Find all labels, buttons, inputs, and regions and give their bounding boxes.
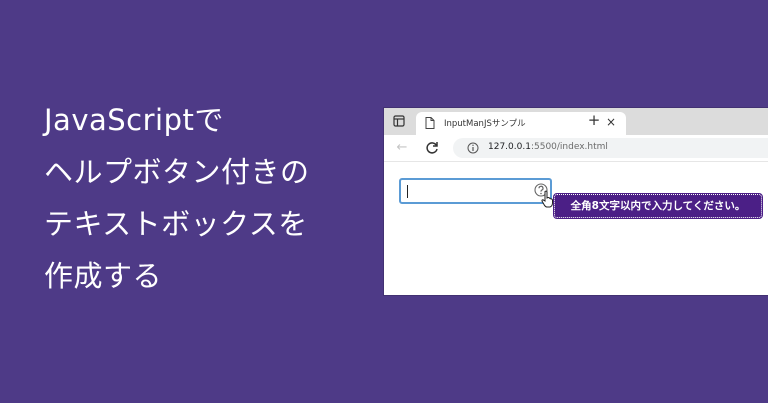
url-path: :5500/index.html — [530, 142, 608, 152]
url-host: 127.0.0.1 — [488, 142, 531, 152]
tab-title: InputManJSサンプル — [444, 119, 526, 129]
headline-line-3: テキストボックスを — [44, 207, 308, 241]
reload-icon[interactable] — [424, 140, 440, 156]
headline-line-4: 作成する — [44, 259, 163, 293]
headline-line-1: JavaScriptで — [44, 103, 224, 137]
headline: JavaScriptで ヘルプボタン付きの テキストボックスを 作成する — [44, 94, 310, 302]
pointer-hand-icon — [541, 190, 553, 208]
page-content: 全角8文字以内で入力してください。 — [384, 162, 768, 295]
plus-icon[interactable]: + — [587, 113, 601, 128]
address-bar[interactable]: 127.0.0.1:5500/index.html — [453, 138, 768, 158]
sidebar-toggle-icon[interactable] — [393, 115, 405, 127]
page-icon — [425, 117, 435, 129]
back-arrow-icon[interactable]: ← — [394, 140, 410, 156]
info-icon[interactable] — [467, 142, 479, 154]
url-text: 127.0.0.1:5500/index.html — [488, 142, 608, 152]
text-caret — [407, 185, 408, 198]
tab-strip: InputManJSサンプル × + — [384, 108, 768, 135]
help-tooltip: 全角8文字以内で入力してください。 — [553, 193, 763, 219]
browser-toolbar: ← 127.0.0.1:5500/index.html — [384, 135, 768, 162]
text-input[interactable] — [399, 178, 552, 204]
headline-line-2: ヘルプボタン付きの — [44, 155, 310, 189]
browser-window: InputManJSサンプル × + ← 127.0.0.1:5500/inde… — [384, 108, 768, 295]
close-icon[interactable]: × — [604, 115, 618, 129]
